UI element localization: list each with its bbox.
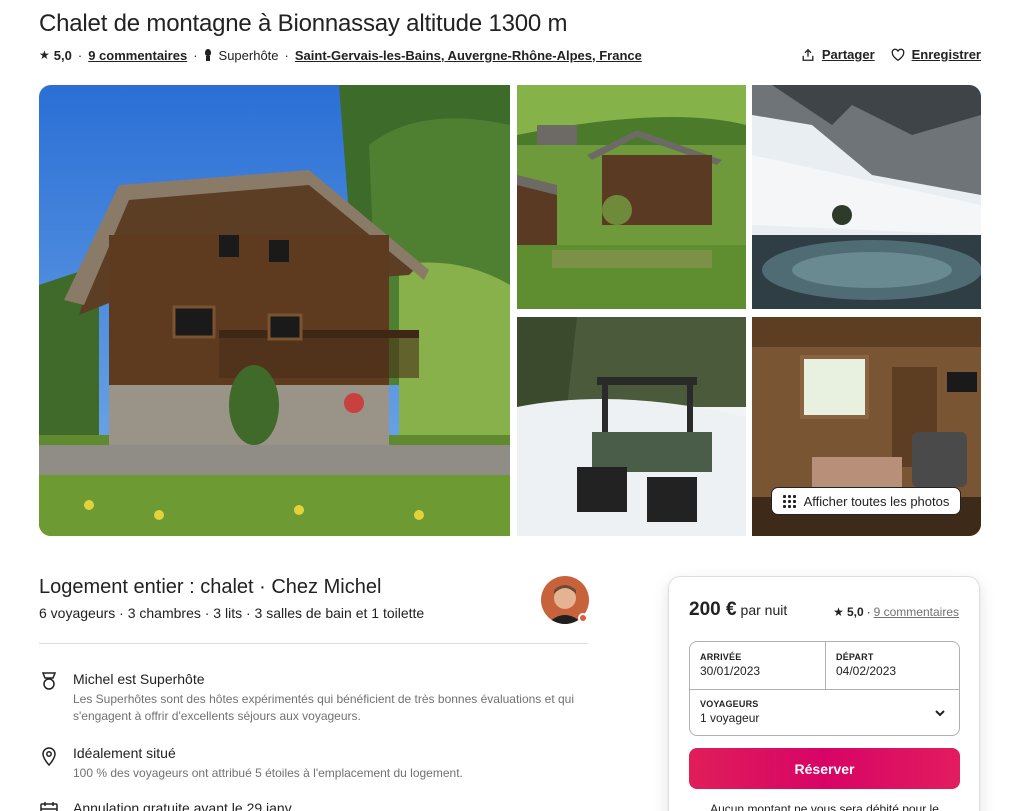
feature-desc: 100 % des voyageurs ont attribué 5 étoil…	[73, 766, 463, 780]
heart-icon	[891, 48, 904, 61]
superhost-label: Superhôte	[218, 47, 279, 63]
card-rating: ★ 5,0 · 9 commentaires	[833, 605, 959, 619]
medal-icon	[41, 672, 57, 690]
listing-type-title: Logement entier : chalet · Chez Michel	[39, 576, 382, 598]
save-button[interactable]: Enregistrer	[891, 47, 981, 62]
map-pin-icon	[42, 747, 56, 767]
checkout-label: DÉPART	[836, 652, 874, 662]
reserve-button[interactable]: Réserver	[689, 748, 960, 789]
booking-card: 200 € par nuit ★ 5,0 · 9 commentaires ARR…	[668, 576, 980, 811]
show-all-photos-button[interactable]: Afficher toutes les photos	[771, 487, 961, 515]
rating-value: 5,0	[53, 47, 72, 63]
chevron-down-icon[interactable]	[933, 706, 947, 720]
checkin-value: 30/01/2023	[700, 664, 761, 678]
show-all-photos-label: Afficher toutes les photos	[803, 493, 950, 509]
photo-snow-vehicle[interactable]	[517, 317, 746, 536]
share-icon	[802, 48, 814, 61]
listing-capacity: 6 voyageurs · 3 chambres · 3 lits · 3 sa…	[39, 605, 425, 621]
header-actions: Partager Enregistrer	[801, 47, 981, 62]
save-label: Enregistrer	[911, 47, 981, 62]
reviews-link[interactable]: 9 commentaires	[88, 48, 187, 63]
location-link[interactable]: Saint-Gervais-les-Bains, Auvergne-Rhône-…	[295, 48, 642, 63]
section-divider	[39, 643, 588, 644]
star-icon: ★	[833, 605, 844, 619]
feature-title: Michel est Superhôte	[73, 671, 205, 687]
card-reviews-link[interactable]: 9 commentaires	[874, 605, 959, 619]
superhost-icon	[204, 48, 212, 62]
grid-icon	[782, 494, 796, 508]
checkout-value: 04/02/2023	[836, 664, 897, 678]
checkout-field[interactable]: DÉPART 04/02/2023	[836, 652, 896, 678]
checkin-label: ARRIVÉE	[700, 652, 742, 662]
no-charge-note: Aucun montant ne vous sera débité pour l…	[710, 802, 939, 811]
feature-desc: Les Superhôtes sont des hôtes expériment…	[73, 692, 574, 723]
star-icon: ★	[39, 48, 50, 62]
photo-chalet-garden[interactable]	[517, 85, 746, 309]
booking-fields: ARRIVÉE 30/01/2023 DÉPART 04/02/2023 VOY…	[689, 641, 960, 736]
photo-gallery	[39, 85, 981, 536]
guests-value: 1 voyageur	[700, 711, 760, 725]
checkin-field[interactable]: ARRIVÉE 30/01/2023	[700, 652, 760, 678]
photo-chalet-main[interactable]	[39, 85, 510, 536]
photo-jacuzzi-snow[interactable]	[752, 85, 981, 309]
listing-title: Chalet de montagne à Bionnassay altitude…	[39, 10, 568, 37]
guests-field[interactable]: VOYAGEURS 1 voyageur	[700, 699, 759, 725]
share-button[interactable]: Partager	[801, 47, 875, 62]
card-rating-value: 5,0	[846, 605, 864, 619]
feature-title: Idéalement situé	[73, 745, 176, 761]
listing-meta: ★ 5,0 · 9 commentaires · Superhôte · Sai…	[39, 47, 642, 63]
feature-title: Annulation gratuite avant le 29 janv.	[73, 800, 295, 811]
guests-label: VOYAGEURS	[700, 699, 759, 709]
share-label: Partager	[821, 47, 875, 62]
calendar-icon	[40, 802, 58, 811]
superhost-badge	[578, 613, 588, 623]
nightly-price: 200 € par nuit	[689, 599, 788, 620]
price-unit: par nuit	[740, 602, 788, 618]
